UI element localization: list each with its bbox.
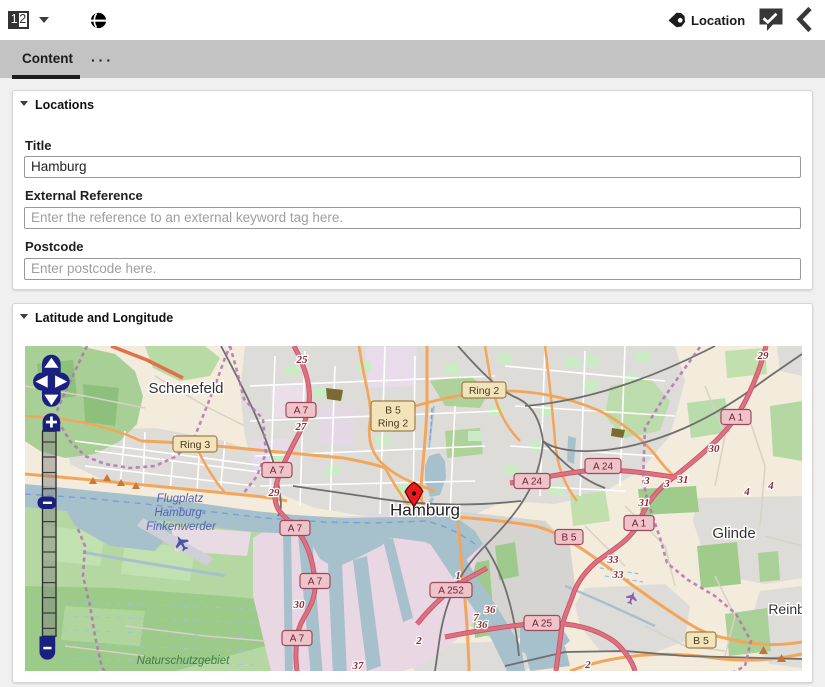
svg-text:27: 27 xyxy=(295,421,308,433)
svg-text:25: 25 xyxy=(296,354,309,366)
svg-text:Schenefeld: Schenefeld xyxy=(148,380,223,397)
svg-text:4: 4 xyxy=(743,486,750,498)
svg-text:A 24: A 24 xyxy=(522,477,542,488)
svg-text:2: 2 xyxy=(415,635,422,647)
svg-text:2: 2 xyxy=(584,659,591,671)
svg-text:Flugplatz: Flugplatz xyxy=(157,493,204,505)
svg-text:Reinbek: Reinbek xyxy=(768,601,802,617)
svg-text:29: 29 xyxy=(268,487,281,499)
svg-text:36: 36 xyxy=(484,604,497,616)
svg-text:B 5: B 5 xyxy=(385,404,401,416)
svg-text:B 5: B 5 xyxy=(693,635,709,647)
svg-text:29: 29 xyxy=(757,350,770,362)
svg-text:7: 7 xyxy=(473,612,479,624)
svg-text:3: 3 xyxy=(643,475,650,487)
svg-text:A 7: A 7 xyxy=(290,634,305,645)
svg-text:31: 31 xyxy=(677,474,689,486)
svg-text:A 7: A 7 xyxy=(308,577,323,588)
svg-text:A 7: A 7 xyxy=(288,524,303,535)
svg-text:30: 30 xyxy=(293,599,306,611)
svg-text:A 24: A 24 xyxy=(593,462,613,473)
svg-text:A 7: A 7 xyxy=(294,406,309,417)
svg-text:Glinde: Glinde xyxy=(712,525,755,542)
svg-text:B 5: B 5 xyxy=(561,533,576,544)
svg-text:A 7: A 7 xyxy=(270,466,285,477)
svg-text:3: 3 xyxy=(663,478,670,490)
svg-text:1: 1 xyxy=(455,570,461,582)
svg-text:Finkenwerder: Finkenwerder xyxy=(146,521,217,533)
svg-text:Naturschutzgebiet: Naturschutzgebiet xyxy=(137,655,230,667)
svg-text:31: 31 xyxy=(638,497,650,509)
svg-text:A 1: A 1 xyxy=(632,519,647,530)
svg-text:Ring 3: Ring 3 xyxy=(180,439,211,451)
svg-text:33: 33 xyxy=(607,554,620,566)
svg-text:37: 37 xyxy=(352,660,365,671)
svg-text:33: 33 xyxy=(612,569,625,581)
svg-text:4: 4 xyxy=(767,480,774,492)
svg-text:A 1: A 1 xyxy=(729,413,744,424)
svg-text:30: 30 xyxy=(708,443,721,455)
svg-text:A 252: A 252 xyxy=(438,586,464,597)
svg-text:Hamburg: Hamburg xyxy=(390,501,460,520)
svg-text:Ring 2: Ring 2 xyxy=(469,385,500,397)
svg-text:A 25: A 25 xyxy=(532,619,552,630)
svg-text:Hamburg-: Hamburg- xyxy=(154,507,205,519)
svg-text:Ring 2: Ring 2 xyxy=(378,417,409,429)
